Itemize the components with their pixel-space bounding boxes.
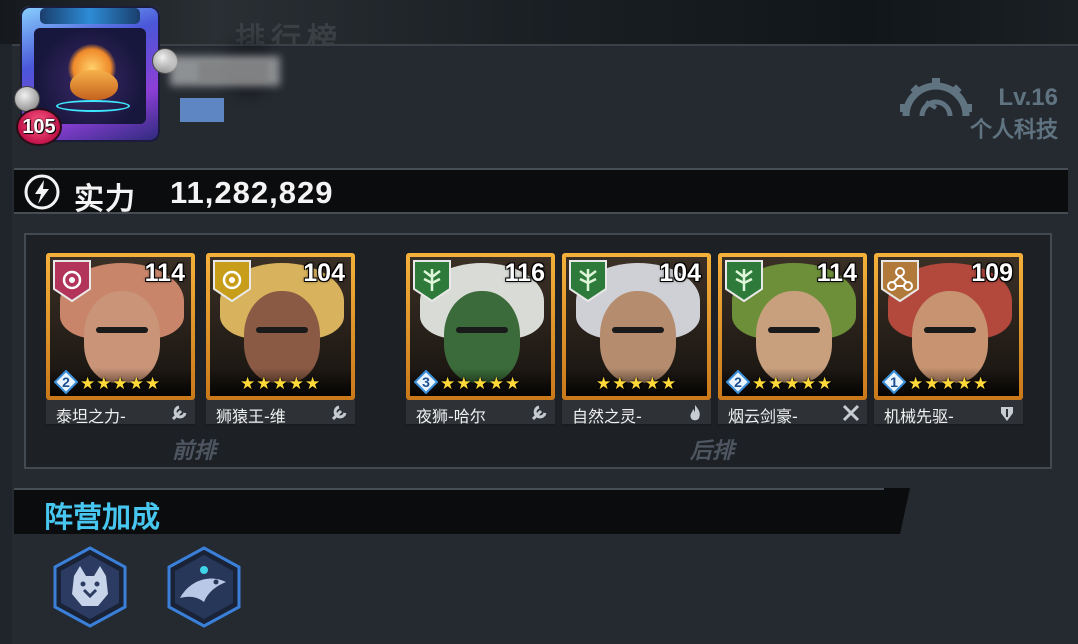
hero-lineup: 114 2 ★★★★★ 泰坦之力- 104 ★★★★★ 狮猿王-维 116 3 ★★★★★ 夜狮-哈… bbox=[24, 233, 1052, 469]
hero-level: 114 bbox=[816, 259, 857, 287]
hero-portrait: 104 ★★★★★ bbox=[566, 257, 707, 396]
bird-bonus-icon[interactable] bbox=[166, 546, 242, 628]
hero-name-bar: 泰坦之力- bbox=[46, 400, 195, 426]
power-value: 11,282,829 bbox=[170, 175, 334, 210]
target-faction-icon bbox=[213, 260, 251, 303]
hero-stars-bar: 2 ★★★★★ bbox=[50, 368, 191, 396]
hero-eyes bbox=[96, 327, 148, 333]
hero-grade-badge: 2 bbox=[726, 370, 750, 394]
mech-faction-icon bbox=[881, 260, 919, 303]
hero-name: 烟云剑豪- bbox=[728, 407, 798, 426]
armor-icon bbox=[1001, 407, 1013, 421]
hero-card[interactable]: 114 2 ★★★★★ 泰坦之力- bbox=[46, 253, 195, 426]
hero-grade-value: 2 bbox=[734, 374, 742, 390]
faction-bonus-title: 阵营加成 bbox=[44, 500, 161, 534]
hero-name-bar: 机械先驱- bbox=[874, 400, 1023, 426]
hero-card[interactable]: 116 3 ★★★★★ 夜狮-哈尔 bbox=[406, 253, 555, 426]
hero-frame: 109 1 ★★★★★ bbox=[874, 253, 1023, 400]
wrench-icon bbox=[531, 405, 547, 421]
hero-stars: ★★★★★ bbox=[752, 374, 834, 394]
hero-level: 104 bbox=[659, 259, 701, 287]
hero-card[interactable]: 114 2 ★★★★★ 烟云剑豪- bbox=[718, 253, 867, 426]
player-avatar[interactable]: 105 bbox=[14, 4, 178, 146]
hero-eyes bbox=[924, 327, 976, 333]
hero-name-bar: 烟云剑豪- bbox=[718, 400, 867, 426]
hero-stars-bar: ★★★★★ bbox=[210, 368, 351, 396]
hero-name: 泰坦之力- bbox=[56, 407, 126, 426]
hero-stars: ★★★★★ bbox=[80, 374, 162, 394]
hero-name: 机械先驱- bbox=[884, 407, 954, 426]
avatar-frame-top-bar bbox=[40, 8, 140, 24]
front-row-label: 前排 bbox=[172, 439, 217, 464]
hero-eyes bbox=[612, 327, 664, 333]
hero-grade-badge: 2 bbox=[54, 370, 78, 394]
tree-faction-icon bbox=[725, 260, 763, 303]
hero-frame: 116 3 ★★★★★ bbox=[406, 253, 555, 400]
hero-frame: 114 2 ★★★★★ bbox=[46, 253, 195, 400]
roast-chicken-icon bbox=[70, 70, 118, 100]
hero-portrait: 104 ★★★★★ bbox=[210, 257, 351, 396]
hero-frame: 104 ★★★★★ bbox=[562, 253, 711, 400]
hero-level: 116 bbox=[504, 259, 545, 287]
hero-name: 狮猿王-维 bbox=[216, 407, 286, 426]
hero-stars-bar: ★★★★★ bbox=[566, 368, 707, 396]
hero-eyes bbox=[256, 327, 308, 333]
tech-label: 个人科技 bbox=[969, 118, 1058, 143]
power-label: 实力 bbox=[74, 182, 136, 217]
gear-icon bbox=[900, 78, 972, 117]
fire-icon bbox=[690, 405, 700, 421]
hero-grade-value: 3 bbox=[422, 374, 430, 390]
hero-portrait: 116 3 ★★★★★ bbox=[410, 257, 551, 396]
tree-faction-icon bbox=[569, 260, 607, 303]
hero-stars-bar: 2 ★★★★★ bbox=[722, 368, 863, 396]
tech-level: Lv.16 bbox=[998, 84, 1058, 111]
power-icon bbox=[24, 174, 60, 210]
tree-faction-icon bbox=[413, 260, 451, 303]
faction-bonus-header: 阵营加成 bbox=[14, 488, 910, 534]
back-row-label: 后排 bbox=[690, 439, 735, 464]
hero-stars-bar: 3 ★★★★★ bbox=[410, 368, 551, 396]
hero-stars: ★★★★★ bbox=[596, 374, 678, 394]
hero-grade-badge: 1 bbox=[882, 370, 906, 394]
wolf-bonus-icon[interactable] bbox=[52, 546, 128, 628]
hero-grade-value: 1 bbox=[890, 374, 898, 390]
hero-stars: ★★★★★ bbox=[440, 374, 522, 394]
hero-eyes bbox=[456, 327, 508, 333]
hero-portrait: 114 2 ★★★★★ bbox=[722, 257, 863, 396]
player-name-redacted bbox=[170, 38, 350, 128]
wrench-icon bbox=[331, 405, 347, 421]
player-level-badge: 105 bbox=[16, 108, 62, 146]
hero-frame: 114 2 ★★★★★ bbox=[718, 253, 867, 400]
hero-name: 自然之灵- bbox=[572, 407, 642, 426]
hero-stars: ★★★★★ bbox=[240, 374, 322, 394]
hero-frame: 104 ★★★★★ bbox=[206, 253, 355, 400]
hero-portrait: 109 1 ★★★★★ bbox=[878, 257, 1019, 396]
hero-name-bar: 夜狮-哈尔 bbox=[406, 400, 555, 426]
hero-level: 104 bbox=[303, 259, 345, 287]
hero-name-bar: 狮猿王-维 bbox=[206, 400, 355, 426]
personal-tech[interactable]: Lv.16 个人科技 bbox=[900, 78, 1062, 143]
hero-name-bar: 自然之灵- bbox=[562, 400, 711, 426]
neon-plate-icon bbox=[56, 100, 130, 112]
power-bar: 实力 11,282,829 bbox=[14, 168, 1068, 217]
hero-level: 109 bbox=[971, 259, 1013, 287]
hero-name: 夜狮-哈尔 bbox=[416, 407, 486, 426]
hero-grade-badge: 3 bbox=[414, 370, 438, 394]
hero-card[interactable]: 109 1 ★★★★★ 机械先驱- bbox=[874, 253, 1023, 426]
hero-grade-value: 2 bbox=[62, 374, 70, 390]
wrench-icon bbox=[171, 405, 187, 421]
hero-stars: ★★★★★ bbox=[908, 374, 990, 394]
hero-eyes bbox=[768, 327, 820, 333]
hero-stars-bar: 1 ★★★★★ bbox=[878, 368, 1019, 396]
hero-card[interactable]: 104 ★★★★★ 狮猿王-维 bbox=[206, 253, 355, 426]
target-faction-icon bbox=[53, 260, 91, 303]
hero-portrait: 114 2 ★★★★★ bbox=[50, 257, 191, 396]
crossed-swords-icon bbox=[842, 404, 860, 422]
hero-card[interactable]: 104 ★★★★★ 自然之灵- bbox=[562, 253, 711, 426]
hero-level: 114 bbox=[144, 259, 185, 287]
avatar-image bbox=[34, 28, 146, 124]
